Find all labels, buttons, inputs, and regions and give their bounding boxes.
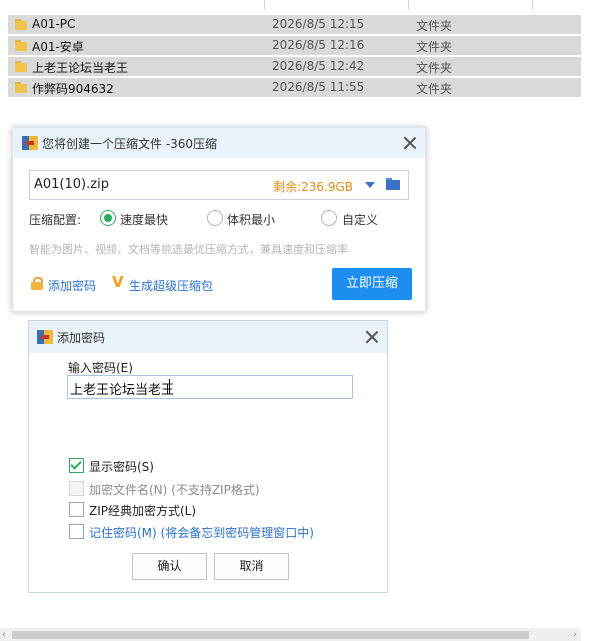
column-header-name-fragment[interactable]: ▔	[10, 0, 19, 8]
archive-path-field[interactable]: A01(10).zip 剩余:236.9GB	[29, 170, 409, 200]
scroll-left-icon[interactable]: ‹	[2, 630, 6, 640]
column-divider[interactable]	[408, 0, 409, 10]
lock-icon[interactable]	[31, 277, 43, 290]
password-input-label: 输入密码(E)	[68, 361, 133, 375]
file-type: 文件夹	[416, 61, 453, 75]
compress-dialog-title: 您将创建一个压缩文件 -360压缩	[42, 137, 218, 151]
confirm-button[interactable]: 确认	[132, 553, 207, 580]
file-row[interactable]: 上老王论坛当老王 2026/8/5 12:42 文件夹	[8, 57, 581, 76]
close-icon[interactable]	[365, 330, 379, 344]
add-password-dialog: 添加密码 输入密码(E) 上老王论坛当老王 显示密码(S) 加密文件名(N) (…	[28, 320, 388, 593]
radio-fastest[interactable]	[100, 210, 116, 226]
zip-classic-encryption-checkbox[interactable]	[69, 502, 84, 517]
password-dialog-titlebar[interactable]: 添加密码	[29, 321, 387, 353]
add-password-link[interactable]: 添加密码	[48, 277, 96, 294]
file-name: 作弊码904632	[32, 82, 114, 96]
super-package-v-icon[interactable]: V	[112, 273, 124, 291]
scrollbar-thumb[interactable]	[12, 631, 529, 639]
app-360zip-icon	[37, 330, 53, 344]
cancel-button[interactable]: 取消	[214, 553, 289, 580]
file-row[interactable]: A01-安卓 2026/8/5 12:16 文件夹	[8, 36, 581, 55]
compression-config-label: 压缩配置:	[29, 213, 82, 227]
file-type: 文件夹	[416, 82, 453, 96]
file-type: 文件夹	[416, 19, 453, 33]
radio-fastest-label[interactable]: 速度最快	[120, 211, 168, 228]
remember-password-label[interactable]: 记住密码(M) (将会备忘到密码管理窗口中)	[89, 524, 314, 541]
free-space-text: 剩余:236.9GB	[273, 180, 353, 194]
scroll-right-icon[interactable]: ›	[573, 630, 577, 640]
close-icon[interactable]	[403, 136, 417, 150]
archive-filename[interactable]: A01(10).zip	[34, 177, 109, 192]
password-input[interactable]: 上老王论坛当老王	[67, 375, 353, 399]
folder-icon	[15, 19, 27, 30]
app-360zip-icon	[22, 136, 38, 150]
file-date: 2026/8/5 12:16	[272, 38, 365, 52]
radio-custom-label[interactable]: 自定义	[342, 211, 378, 228]
show-password-checkbox[interactable]	[69, 458, 84, 473]
column-header[interactable]: ▔	[0, 0, 581, 12]
file-name: A01-PC	[32, 17, 76, 31]
folder-icon	[15, 40, 27, 51]
folder-icon	[15, 82, 27, 93]
file-row[interactable]: A01-PC 2026/8/5 12:15 文件夹	[8, 15, 581, 34]
password-value[interactable]: 上老王论坛当老王	[70, 379, 174, 398]
file-list: ▔ A01-PC 2026/8/5 12:15 文件夹 A01-安卓 2026/…	[0, 0, 581, 100]
file-date: 2026/8/5 11:55	[272, 80, 365, 94]
folder-icon	[15, 61, 27, 72]
compression-hint: 智能为图片、视频、文档等挑选最优压缩方式，兼具速度和压缩率	[29, 243, 348, 256]
file-date: 2026/8/5 12:15	[272, 17, 365, 31]
chevron-down-icon[interactable]	[365, 182, 375, 188]
radio-custom[interactable]	[321, 210, 337, 226]
password-dialog-title: 添加密码	[57, 331, 106, 345]
file-name: A01-安卓	[32, 40, 84, 54]
file-name: 上老王论坛当老王	[32, 61, 129, 75]
horizontal-scrollbar[interactable]: ‹ ›	[0, 628, 581, 641]
zip-classic-encryption-label[interactable]: ZIP经典加密方式(L)	[89, 502, 196, 519]
radio-smallest-label[interactable]: 体积最小	[227, 211, 275, 228]
column-divider[interactable]	[532, 0, 533, 10]
compress-dialog: 您将创建一个压缩文件 -360压缩 A01(10).zip 剩余:236.9GB…	[12, 127, 426, 312]
text-caret	[169, 379, 170, 394]
column-divider[interactable]	[264, 0, 265, 10]
file-date: 2026/8/5 12:42	[272, 59, 365, 73]
compress-now-button[interactable]: 立即压缩	[332, 268, 412, 300]
file-row[interactable]: 作弊码904632 2026/8/5 11:55 文件夹	[8, 78, 581, 97]
encrypt-filenames-label: 加密文件名(N) (不支持ZIP格式)	[89, 483, 260, 497]
file-type: 文件夹	[416, 40, 453, 54]
encrypt-filenames-checkbox	[69, 481, 84, 496]
show-password-label[interactable]: 显示密码(S)	[89, 458, 154, 475]
browse-folder-icon[interactable]	[386, 178, 400, 190]
compress-dialog-titlebar[interactable]: 您将创建一个压缩文件 -360压缩	[13, 128, 425, 158]
radio-smallest[interactable]	[207, 210, 223, 226]
super-package-link[interactable]: 生成超级压缩包	[129, 277, 213, 294]
remember-password-checkbox[interactable]	[69, 524, 84, 539]
